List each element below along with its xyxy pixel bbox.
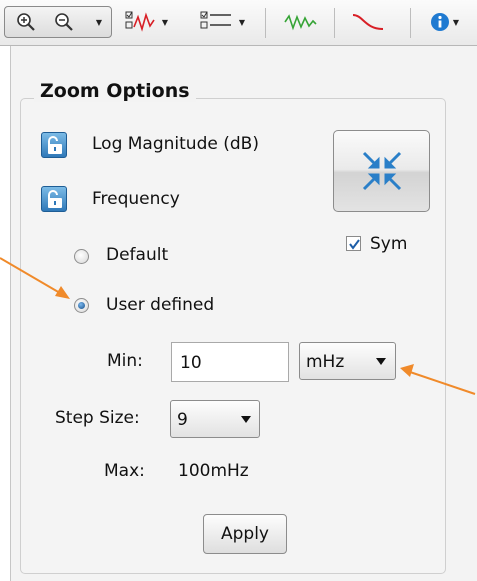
user-defined-radio[interactable] bbox=[74, 298, 89, 313]
min-input[interactable]: 10 bbox=[171, 342, 289, 382]
chevron-down-icon: ▼ bbox=[95, 17, 103, 27]
toolbar-separator bbox=[334, 8, 335, 38]
apply-button[interactable]: Apply bbox=[203, 514, 287, 554]
frequency-label: Frequency bbox=[92, 189, 180, 209]
chevron-down-icon: ▼ bbox=[161, 17, 169, 27]
chevron-down-icon bbox=[241, 416, 251, 423]
default-radio[interactable] bbox=[74, 249, 89, 264]
unlock-icon bbox=[48, 136, 62, 154]
unit-select[interactable]: mHz bbox=[299, 342, 396, 380]
zoom-in-button[interactable] bbox=[14, 6, 38, 38]
list-options-button[interactable] bbox=[198, 6, 234, 38]
step-size-select[interactable]: 9 bbox=[170, 400, 260, 438]
list-options-icon bbox=[200, 11, 231, 29]
zoom-out-icon bbox=[55, 13, 73, 31]
checkmark-icon bbox=[349, 239, 360, 250]
toolbar-separator bbox=[410, 8, 411, 38]
red-curve-button[interactable] bbox=[346, 6, 390, 38]
min-label: Min: bbox=[107, 351, 143, 371]
collapse-arrows-icon bbox=[362, 151, 401, 191]
log-magnitude-lock-button[interactable] bbox=[41, 132, 67, 158]
chevron-down-icon: ▼ bbox=[452, 17, 460, 27]
unit-select-value: mHz bbox=[306, 352, 345, 372]
list-options-dropdown[interactable]: ▼ bbox=[237, 6, 247, 38]
step-size-select-value: 9 bbox=[177, 410, 188, 430]
frequency-lock-button[interactable] bbox=[41, 186, 67, 212]
chevron-down-icon: ▼ bbox=[238, 17, 246, 27]
red-curve-icon bbox=[352, 14, 384, 30]
zoom-dropdown-arrow[interactable]: ▼ bbox=[93, 6, 105, 38]
toolbar: ▼ ▼ ▼ ▼ bbox=[0, 0, 477, 46]
info-button[interactable]: ▼ bbox=[424, 6, 464, 38]
unlock-icon bbox=[48, 190, 62, 208]
zoom-options-title: Zoom Options bbox=[34, 80, 196, 102]
trace-options-dropdown[interactable]: ▼ bbox=[160, 6, 170, 38]
log-magnitude-label: Log Magnitude (dB) bbox=[92, 134, 259, 154]
zoom-out-button[interactable] bbox=[52, 6, 76, 38]
trace-options-button[interactable] bbox=[122, 6, 158, 38]
toolbar-separator bbox=[265, 8, 266, 38]
max-label: Max: bbox=[104, 461, 145, 481]
sym-checkbox[interactable] bbox=[346, 236, 361, 251]
info-icon bbox=[430, 13, 449, 31]
chevron-down-icon bbox=[376, 358, 386, 365]
trace-options-icon bbox=[125, 11, 155, 32]
green-signal-button[interactable] bbox=[280, 6, 320, 38]
default-label: Default bbox=[106, 245, 169, 265]
sym-label: Sym bbox=[370, 234, 408, 254]
step-size-label: Step Size: bbox=[55, 408, 140, 428]
zoom-in-icon bbox=[17, 13, 35, 31]
user-defined-label: User defined bbox=[106, 295, 215, 315]
green-signal-icon bbox=[284, 14, 317, 31]
max-value: 100mHz bbox=[178, 461, 249, 481]
zoom-fit-button[interactable] bbox=[333, 130, 430, 212]
